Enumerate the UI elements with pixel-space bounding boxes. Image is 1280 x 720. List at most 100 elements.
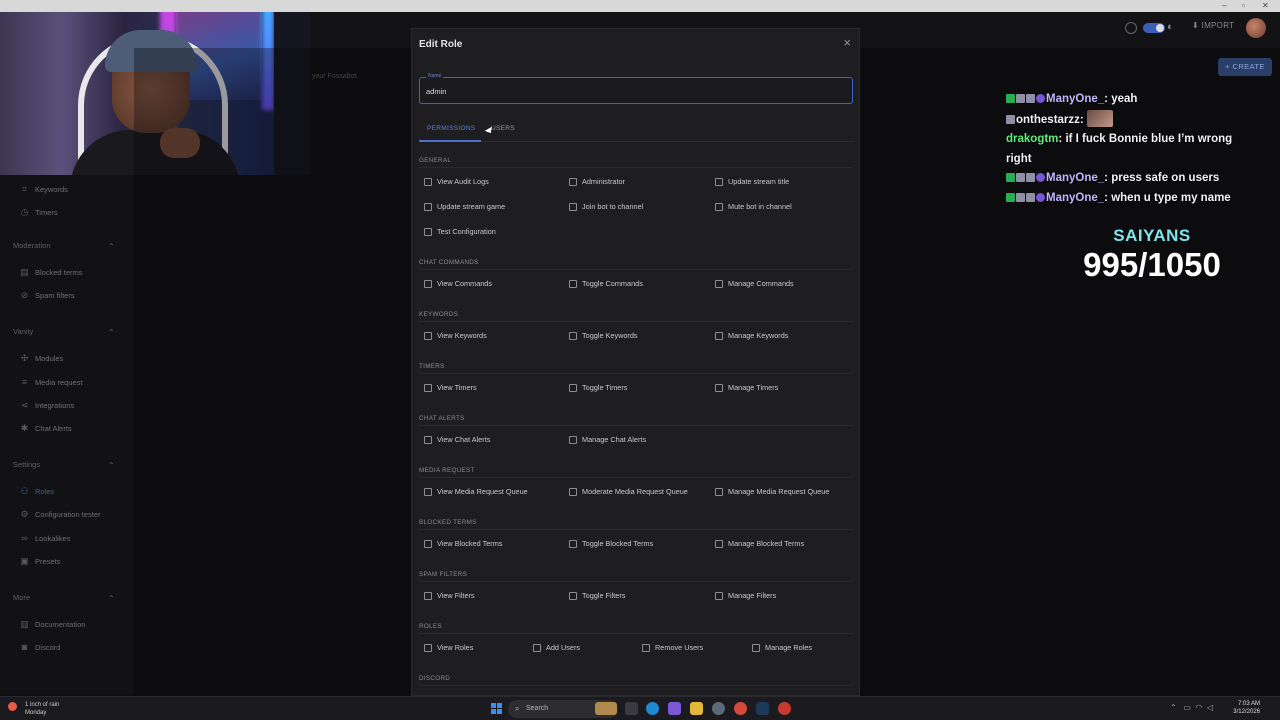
import-button[interactable]: ⬇ IMPORT — [1192, 21, 1234, 30]
permission-checkbox[interactable] — [569, 331, 577, 340]
permission-checkbox-row[interactable]: Toggle Commands — [569, 279, 643, 288]
chevron-up-icon[interactable]: ⌃ — [108, 461, 115, 470]
permission-checkbox[interactable] — [424, 643, 432, 652]
permission-checkbox-row[interactable]: Mute bot in channel — [715, 202, 792, 211]
permission-checkbox[interactable] — [424, 177, 432, 186]
permission-checkbox-row[interactable]: Test Configuration — [424, 227, 496, 236]
permission-checkbox[interactable] — [424, 539, 432, 548]
permission-checkbox-row[interactable]: View Media Request Queue — [424, 487, 528, 496]
permission-checkbox-row[interactable]: View Filters — [424, 591, 475, 600]
sidebar-item-timers[interactable]: ◷ Timers — [20, 208, 58, 218]
permission-checkbox[interactable] — [424, 279, 432, 288]
sidebar-section-settings[interactable]: Settings — [13, 460, 40, 469]
sidebar-item-discord[interactable]: ◙ Discord — [20, 643, 61, 653]
permission-checkbox-row[interactable]: View Timers — [424, 383, 477, 392]
permission-checkbox[interactable] — [642, 643, 650, 652]
steam-icon[interactable] — [756, 702, 769, 715]
permission-checkbox-row[interactable]: Manage Filters — [715, 591, 776, 600]
permission-checkbox[interactable] — [569, 177, 577, 186]
permission-checkbox[interactable] — [715, 383, 723, 392]
permission-checkbox[interactable] — [569, 539, 577, 548]
close-window-icon[interactable]: ✕ — [1262, 1, 1269, 10]
create-button[interactable]: + CREATE — [1218, 58, 1272, 76]
permission-checkbox-row[interactable]: Manage Commands — [715, 279, 794, 288]
sidebar-item-lookalikes[interactable]: ∞ Lookalikes — [20, 533, 70, 543]
permission-checkbox[interactable] — [752, 643, 760, 652]
role-name-field[interactable]: Name admin — [419, 73, 853, 104]
permission-checkbox-row[interactable]: Toggle Blocked Terms — [569, 539, 653, 548]
sidebar-item-chat-alerts[interactable]: ✱ Chat Alerts — [20, 424, 72, 434]
permission-checkbox[interactable] — [424, 383, 432, 392]
minimize-icon[interactable]: – — [1222, 1, 1226, 10]
permission-checkbox[interactable] — [424, 202, 432, 211]
sidebar-item-roles[interactable]: ⚇ Roles — [20, 487, 54, 497]
sidebar-item-keywords[interactable]: ⌗ Keywords — [20, 185, 68, 195]
permission-checkbox[interactable] — [569, 202, 577, 211]
system-tray[interactable]: ⌃ ▭ ◠ ◁ — [1170, 703, 1213, 712]
sidebar-item-configuration-tester[interactable]: ⚙ Configuration tester — [20, 510, 100, 520]
volume-icon[interactable]: ◁ — [1207, 703, 1213, 712]
sidebar-item-media-request[interactable]: ≡ Media request — [20, 377, 83, 387]
permission-checkbox[interactable] — [424, 487, 432, 496]
close-icon[interactable]: × — [843, 35, 851, 50]
settings-app-icon[interactable] — [712, 702, 725, 715]
dark-mode-icon[interactable]: ◐ — [1167, 21, 1174, 33]
weather-widget[interactable]: 1 inch of rain Monday — [8, 701, 59, 717]
sidebar-section-more[interactable]: More — [13, 593, 30, 602]
sidebar-item-modules[interactable]: ✣ Modules — [20, 354, 64, 364]
permission-checkbox-row[interactable]: Manage Media Request Queue — [715, 487, 829, 496]
copilot-icon[interactable] — [668, 702, 681, 715]
edge-browser-icon[interactable] — [646, 702, 659, 715]
chevron-up-icon[interactable]: ⌃ — [1170, 703, 1177, 712]
maximize-icon[interactable]: ▫ — [1242, 1, 1245, 10]
permission-checkbox-row[interactable]: Manage Keywords — [715, 331, 788, 340]
task-view-icon[interactable] — [625, 702, 638, 715]
permission-checkbox[interactable] — [715, 279, 723, 288]
file-explorer-icon[interactable] — [690, 702, 703, 715]
obs-icon[interactable] — [778, 702, 791, 715]
search-highlight-icon[interactable] — [595, 702, 617, 715]
permission-checkbox[interactable] — [569, 591, 577, 600]
permission-checkbox[interactable] — [715, 177, 723, 186]
permission-checkbox-row[interactable]: Toggle Keywords — [569, 331, 638, 340]
sidebar-item-presets[interactable]: ▣ Presets — [20, 556, 60, 566]
sidebar-item-integrations[interactable]: ⋖ Integrations — [20, 400, 74, 410]
tab-permissions[interactable]: PERMISSIONS — [427, 125, 475, 132]
permission-checkbox[interactable] — [569, 279, 577, 288]
sidebar-item-spam-filters[interactable]: ⊘ Spam filters — [20, 291, 75, 301]
chevron-up-icon[interactable]: ⌃ — [108, 242, 115, 251]
permission-checkbox[interactable] — [533, 643, 541, 652]
permission-checkbox-row[interactable]: Manage Timers — [715, 383, 778, 392]
permission-checkbox[interactable] — [424, 435, 432, 444]
permission-checkbox-row[interactable]: Administrator — [569, 177, 625, 186]
permission-checkbox[interactable] — [424, 227, 432, 236]
permission-checkbox[interactable] — [715, 202, 723, 211]
chevron-up-icon[interactable]: ⌃ — [108, 328, 115, 337]
permission-checkbox[interactable] — [424, 591, 432, 600]
windows-start-icon[interactable] — [491, 703, 502, 714]
permission-checkbox[interactable] — [715, 331, 723, 340]
permission-checkbox-row[interactable]: View Audit Logs — [424, 177, 489, 186]
chrome-icon[interactable] — [734, 702, 747, 715]
permission-checkbox-row[interactable]: Update stream title — [715, 177, 789, 186]
permission-checkbox[interactable] — [715, 591, 723, 600]
permission-checkbox-row[interactable]: View Keywords — [424, 331, 487, 340]
permission-checkbox-row[interactable]: Remove Users — [642, 643, 703, 652]
permission-checkbox[interactable] — [569, 435, 577, 444]
permission-checkbox-row[interactable]: Add Users — [533, 643, 580, 652]
theme-toggle[interactable] — [1143, 23, 1165, 33]
permission-checkbox[interactable] — [715, 487, 723, 496]
permission-checkbox-row[interactable]: Toggle Filters — [569, 591, 625, 600]
permission-checkbox[interactable] — [569, 383, 577, 392]
sidebar-item-documentation[interactable]: ▥ Documentation — [20, 620, 85, 630]
wifi-icon[interactable]: ◠ — [1195, 703, 1202, 712]
permission-checkbox-row[interactable]: Join bot to channel — [569, 202, 643, 211]
chevron-up-icon[interactable]: ⌃ — [108, 594, 115, 603]
permission-checkbox-row[interactable]: Manage Chat Alerts — [569, 435, 646, 444]
permission-checkbox-row[interactable]: Manage Blocked Terms — [715, 539, 804, 548]
role-name-value[interactable]: admin — [426, 87, 446, 96]
user-avatar[interactable] — [1246, 18, 1266, 38]
permission-checkbox-row[interactable]: View Roles — [424, 643, 473, 652]
permission-checkbox-row[interactable]: Toggle Timers — [569, 383, 627, 392]
permission-checkbox[interactable] — [569, 487, 577, 496]
